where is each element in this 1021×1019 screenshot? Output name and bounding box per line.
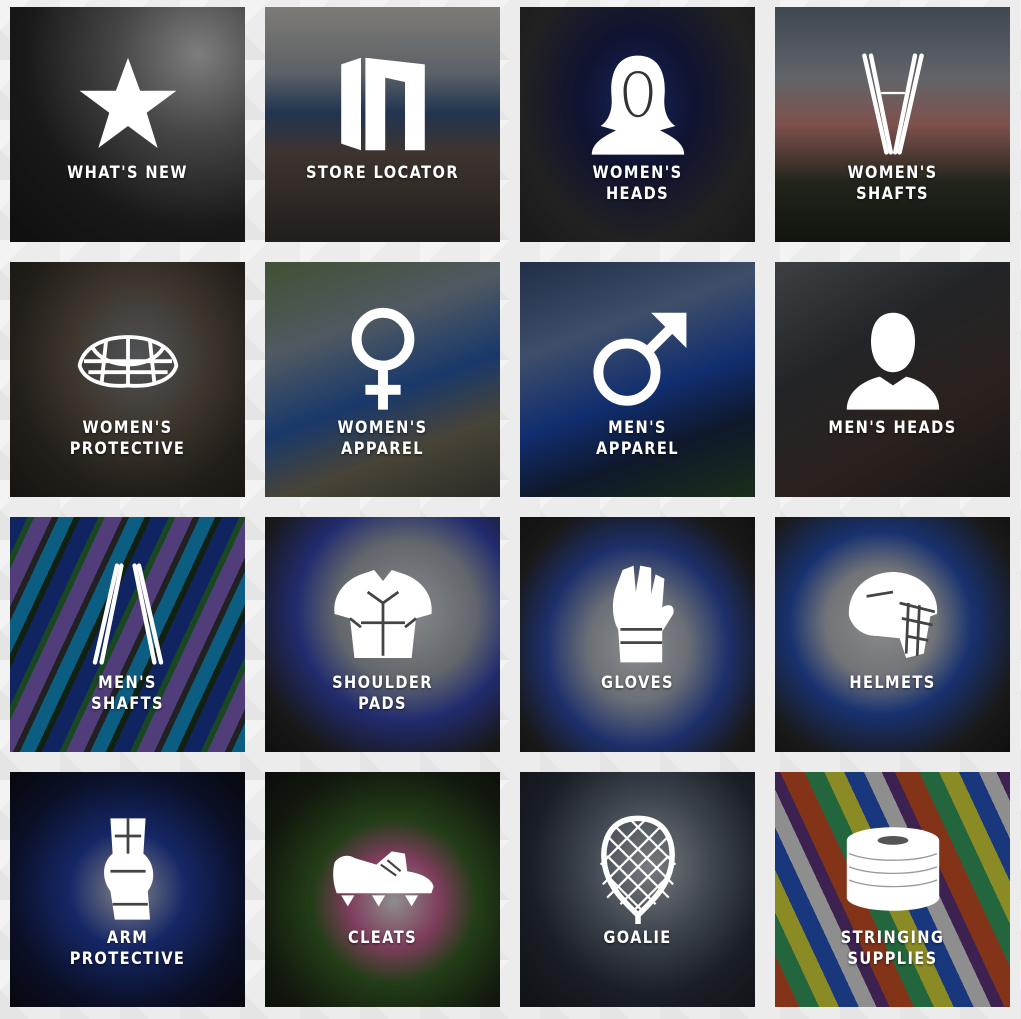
tile-label: MEN'S HEADS	[828, 418, 957, 438]
tile-label: WOMEN'S SHAFTS	[847, 163, 938, 204]
tile-mens-shafts[interactable]: MEN'S SHAFTS	[10, 517, 245, 752]
tile-label: ARM PROTECTIVE	[69, 928, 186, 969]
tile-label: SHOULDER PADS	[332, 673, 433, 714]
tile-label: MEN'S SHAFTS	[91, 673, 164, 714]
tile-label: MEN'S APPAREL	[596, 418, 679, 459]
tile-womens-protective[interactable]: WOMEN'S PROTECTIVE	[10, 262, 245, 497]
star-icon	[73, 49, 183, 159]
female-symbol-icon	[328, 304, 438, 414]
tile-helmets[interactable]: HELMETS	[775, 517, 1010, 752]
category-grid: WHAT'S NEW STORE LOCATOR WOMEN'S HEADS W…	[0, 0, 1021, 1019]
shafts-icon	[73, 559, 183, 669]
tile-label: STORE LOCATOR	[306, 163, 459, 183]
tile-mens-apparel[interactable]: MEN'S APPAREL	[520, 262, 755, 497]
tile-shoulder-pads[interactable]: SHOULDER PADS	[265, 517, 500, 752]
tile-label: STRINGING SUPPLIES	[840, 928, 945, 969]
cleat-icon	[328, 814, 438, 924]
male-symbol-icon	[583, 304, 693, 414]
store-logo-icon	[328, 49, 438, 159]
tile-label: WOMEN'S APPAREL	[337, 418, 428, 459]
shafts-icon	[838, 49, 948, 159]
tile-womens-apparel[interactable]: WOMEN'S APPAREL	[265, 262, 500, 497]
helmet-icon	[838, 559, 948, 669]
tile-womens-shafts[interactable]: WOMEN'S SHAFTS	[775, 7, 1010, 242]
tile-label: CLEATS	[348, 928, 417, 948]
goggles-icon	[73, 304, 183, 414]
tile-stringing-supplies[interactable]: STRINGING SUPPLIES	[775, 772, 1010, 1007]
tile-gloves[interactable]: GLOVES	[520, 517, 755, 752]
tile-cleats[interactable]: CLEATS	[265, 772, 500, 1007]
tile-goalie[interactable]: GOALIE	[520, 772, 755, 1007]
spool-icon	[838, 814, 948, 924]
tile-womens-heads[interactable]: WOMEN'S HEADS	[520, 7, 755, 242]
tile-store-locator[interactable]: STORE LOCATOR	[265, 7, 500, 242]
arm-pad-icon	[73, 814, 183, 924]
man-silhouette-icon	[838, 304, 948, 414]
tile-mens-heads[interactable]: MEN'S HEADS	[775, 262, 1010, 497]
goalie-head-icon	[583, 814, 693, 924]
tile-label: WHAT'S NEW	[67, 163, 188, 183]
tile-whats-new[interactable]: WHAT'S NEW	[10, 7, 245, 242]
tile-label: WOMEN'S HEADS	[592, 163, 683, 204]
woman-silhouette-icon	[583, 49, 693, 159]
tile-label: HELMETS	[849, 673, 936, 693]
glove-icon	[583, 559, 693, 669]
tile-label: GOALIE	[603, 928, 672, 948]
shoulder-pads-icon	[328, 559, 438, 669]
tile-label: WOMEN'S PROTECTIVE	[69, 418, 186, 459]
tile-label: GLOVES	[601, 673, 674, 693]
tile-arm-protective[interactable]: ARM PROTECTIVE	[10, 772, 245, 1007]
